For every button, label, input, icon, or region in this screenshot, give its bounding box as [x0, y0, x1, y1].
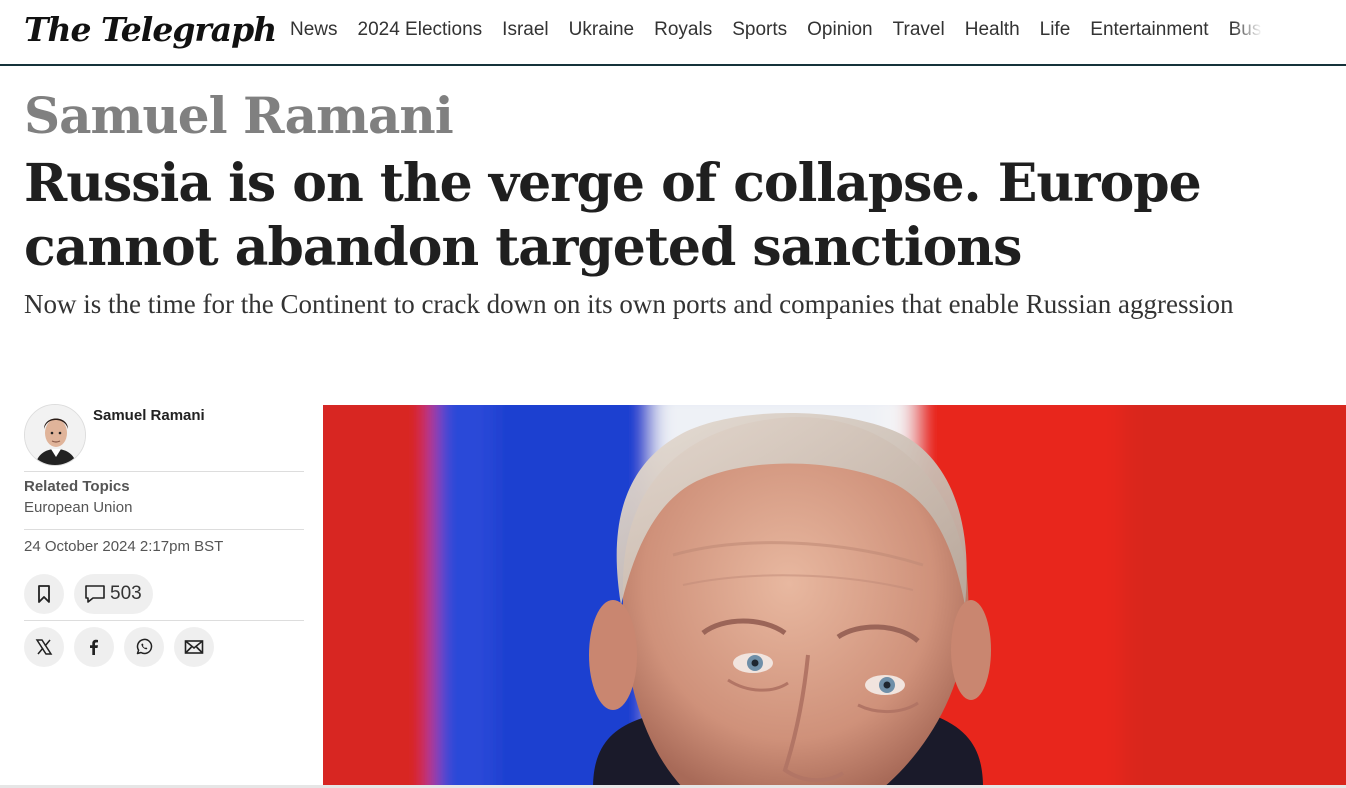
nav-israel[interactable]: Israel [502, 19, 548, 41]
comment-count: 503 [110, 583, 142, 604]
nav-ukraine[interactable]: Ukraine [569, 19, 634, 41]
share-buttons [24, 621, 304, 667]
share-whatsapp-button[interactable] [124, 627, 164, 667]
author-kicker[interactable]: Samuel Ramani [24, 86, 454, 145]
related-topic-link[interactable]: European Union [24, 499, 304, 516]
nav-entertainment[interactable]: Entertainment [1090, 19, 1208, 41]
nav-opinion[interactable]: Opinion [807, 19, 873, 41]
article-headline: Russia is on the verge of collapse. Euro… [24, 153, 1202, 278]
bookmark-button[interactable] [24, 574, 64, 614]
email-icon [184, 640, 204, 654]
related-topics: Related Topics European Union [24, 472, 304, 530]
share-facebook-button[interactable] [74, 627, 114, 667]
related-topics-label: Related Topics [24, 478, 130, 495]
article-sidebar: Samuel Ramani Related Topics European Un… [24, 404, 304, 667]
site-header: The Telegraph News 2024 Elections Israel… [0, 0, 1346, 66]
telegraph-logo[interactable]: The Telegraph [24, 10, 277, 49]
author-photo [25, 405, 85, 465]
nav-elections[interactable]: 2024 Elections [358, 19, 483, 41]
author-byline: Samuel Ramani [24, 404, 304, 472]
nav-sports[interactable]: Sports [732, 19, 787, 41]
nav-health[interactable]: Health [965, 19, 1020, 41]
share-x-button[interactable] [24, 627, 64, 667]
bookmark-icon [38, 585, 50, 603]
article-standfirst: Now is the time for the Continent to cra… [24, 289, 1234, 319]
publish-date: 24 October 2024 2:17pm BST [24, 538, 224, 555]
main-nav: News 2024 Elections Israel Ukraine Royal… [290, 19, 1266, 41]
nav-news[interactable]: News [290, 19, 338, 41]
share-email-button[interactable] [174, 627, 214, 667]
facebook-icon [90, 639, 98, 655]
whatsapp-icon [136, 638, 153, 655]
nav-life[interactable]: Life [1040, 19, 1071, 41]
x-icon [35, 639, 53, 655]
comment-icon [85, 585, 105, 603]
nav-travel[interactable]: Travel [893, 19, 945, 41]
nav-royals[interactable]: Royals [654, 19, 712, 41]
putin-portrait-photo [323, 405, 1346, 788]
author-name[interactable]: Samuel Ramani [93, 407, 205, 424]
author-avatar[interactable] [24, 404, 86, 466]
nav-business[interactable]: Busi [1229, 19, 1266, 41]
comments-button[interactable]: 503 [74, 574, 153, 614]
article-lead-image[interactable] [323, 405, 1346, 788]
article-actions: 503 [24, 574, 304, 621]
